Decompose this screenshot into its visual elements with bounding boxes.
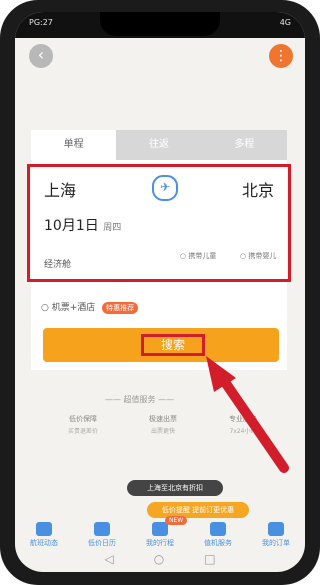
- toast-message: 上海至北京有折扣: [127, 480, 223, 496]
- departure-date[interactable]: 10月1日 周四: [44, 215, 121, 235]
- promo-toast[interactable]: 低价提醒 提前订更优惠: [147, 502, 249, 518]
- feature-item: 专业服务 7x24小时: [213, 414, 273, 435]
- service-features: 低价保障 买贵退差价 极速出票 出票更快 专业服务 7x24小时: [53, 414, 273, 435]
- nav-label: 低价日历: [88, 539, 116, 547]
- app-screen: PG:27 4G ‹ ⋮ 单程 往返 多程 上海 ✈ 北京 10月1日 周四 经…: [15, 12, 305, 572]
- camera-notch: [100, 12, 220, 36]
- shield-icon: [152, 522, 168, 536]
- tab-oneway[interactable]: 单程: [31, 130, 117, 160]
- cabin-class-selector[interactable]: 经济舱: [44, 257, 71, 270]
- search-button-label: 搜索: [141, 334, 205, 356]
- checkbox-icon[interactable]: ○: [41, 303, 49, 313]
- nav-flight-status[interactable]: 航班动态: [19, 522, 69, 548]
- recent-nav-icon[interactable]: □: [204, 552, 215, 572]
- infant-option[interactable]: ○ 携带婴儿: [240, 251, 276, 261]
- system-navigation: ◁ ○ □: [15, 552, 305, 572]
- nav-my-trip[interactable]: 我的行程 NEW: [135, 516, 188, 548]
- feature-sub: 7x24小时: [229, 428, 257, 435]
- app-header: ‹ ⋮: [15, 38, 305, 78]
- feature-sub: 出票更快: [150, 428, 175, 435]
- search-button[interactable]: 搜索: [43, 328, 279, 362]
- feature-label: 极速出票: [149, 415, 177, 423]
- new-badge: NEW: [165, 516, 188, 525]
- swap-cities-icon[interactable]: ✈: [152, 175, 178, 201]
- departure-city[interactable]: 上海: [44, 177, 76, 201]
- date-weekday: 周四: [103, 223, 122, 233]
- child-option-label: 携带儿童: [188, 252, 217, 260]
- home-nav-icon[interactable]: ○: [154, 552, 164, 572]
- feature-item: 低价保障 买贵退差价: [53, 414, 113, 435]
- person-icon: [268, 522, 284, 536]
- nav-label: 值机服务: [204, 539, 232, 547]
- status-time: PG:27: [29, 18, 53, 27]
- child-option[interactable]: ○ 携带儿童: [180, 251, 216, 261]
- nav-label: 我的订单: [262, 539, 290, 547]
- nav-label: 我的行程: [146, 539, 174, 547]
- back-nav-icon[interactable]: ◁: [104, 552, 113, 572]
- flight-hotel-label: 机票+酒店: [51, 303, 96, 313]
- flight-hotel-option[interactable]: ○ 机票+酒店 特惠推荐: [41, 300, 139, 314]
- feature-label: 低价保障: [69, 415, 97, 423]
- status-network: 4G: [279, 18, 291, 27]
- tab-multicity[interactable]: 多程: [202, 130, 287, 160]
- back-button[interactable]: ‹: [29, 44, 53, 68]
- trip-type-tabs: 单程 往返 多程: [31, 130, 287, 160]
- bottom-navigation: 航班动态 低价日历 我的行程 NEW 值机服务 我的订单: [15, 516, 305, 550]
- diamond-icon: [94, 522, 110, 536]
- nav-low-price[interactable]: 低价日历: [77, 522, 127, 548]
- phone-frame: PG:27 4G ‹ ⋮ 单程 往返 多程 上海 ✈ 北京 10月1日 周四 经…: [0, 0, 320, 585]
- arrival-city[interactable]: 北京: [242, 177, 274, 201]
- monitor-icon: [36, 522, 52, 536]
- nav-orders[interactable]: 我的订单: [251, 522, 301, 548]
- promo-tag: 特惠推荐: [102, 302, 139, 314]
- feature-item: 极速出票 出票更快: [133, 414, 193, 435]
- infant-option-label: 携带婴儿: [248, 252, 277, 260]
- more-menu-button[interactable]: ⋮: [269, 44, 293, 68]
- nav-checkin[interactable]: 值机服务: [193, 522, 243, 548]
- feature-label: 专业服务: [229, 415, 257, 423]
- feature-sub: 买贵退差价: [67, 428, 98, 435]
- highlighted-search-form: 上海 ✈ 北京 10月1日 周四 经济舱 ○ 携带儿童 ○ 携带婴儿: [27, 164, 291, 282]
- tab-roundtrip[interactable]: 往返: [116, 130, 201, 160]
- date-main: 10月1日: [44, 218, 99, 234]
- services-title: —— 超值服务 ——: [105, 395, 175, 404]
- nav-label: 航班动态: [30, 539, 58, 547]
- heart-icon: [210, 522, 226, 536]
